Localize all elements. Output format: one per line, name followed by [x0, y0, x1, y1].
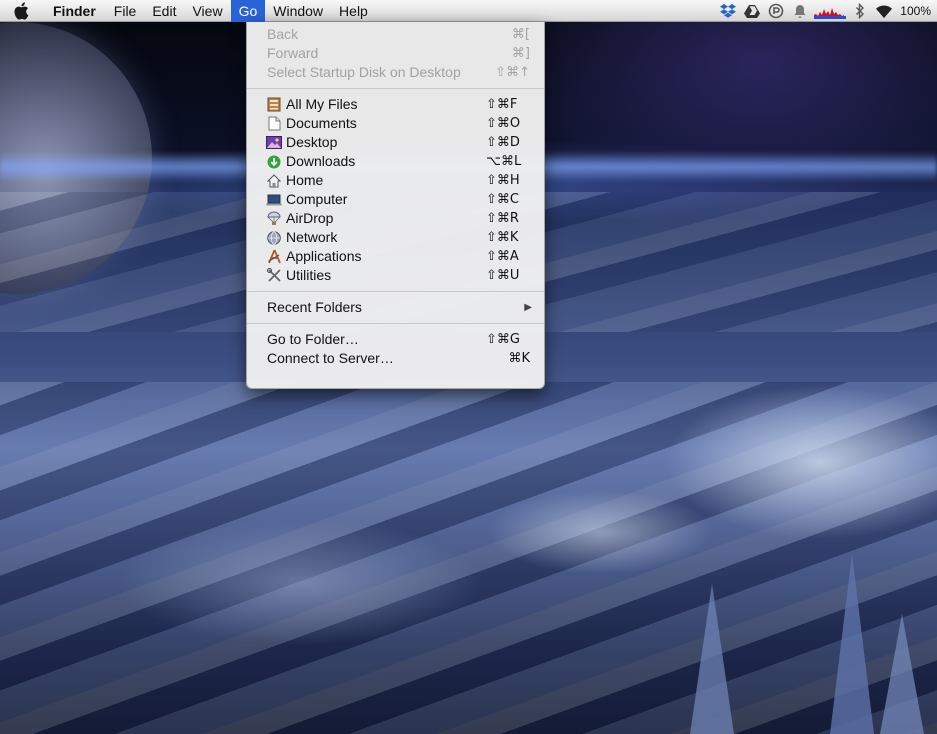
menu-item-shortcut: ⇧⌘G [486, 332, 520, 347]
menu-item-label: Home [286, 172, 324, 188]
wallpaper-ice-spire [880, 614, 924, 734]
menu-item-applications[interactable]: Applications ⇧⌘A [247, 247, 544, 266]
network-icon [266, 230, 282, 246]
menu-go[interactable]: Go [230, 0, 266, 22]
wallpaper-ice-spire [690, 584, 734, 734]
applications-icon [266, 249, 282, 265]
computer-icon [266, 192, 282, 208]
menu-item-airdrop[interactable]: AirDrop ⇧⌘R [247, 209, 544, 228]
menu-item-shortcut: ⇧⌘A [486, 249, 519, 264]
menu-item-shortcut: ⌘] [511, 46, 530, 61]
menu-file[interactable]: File [106, 0, 145, 22]
dropbox-icon[interactable] [716, 0, 740, 22]
menu-item-label: Recent Folders [267, 299, 362, 315]
sync-icon[interactable] [764, 0, 788, 22]
menu-item-label: Documents [286, 115, 357, 131]
wifi-icon[interactable] [872, 0, 896, 22]
menu-item-documents[interactable]: Documents ⇧⌘O [247, 114, 544, 133]
menu-item-recent-folders[interactable]: Recent Folders ▶ [247, 298, 544, 317]
menu-item-label: Applications [286, 248, 362, 264]
menu-item-shortcut: ⇧⌘K [486, 230, 519, 245]
go-menu-dropdown: Back ⌘[ Forward ⌘] Select Startup Disk o… [246, 22, 545, 389]
menu-item-label: Forward [267, 45, 319, 61]
app-menu-finder[interactable]: Finder [42, 0, 106, 22]
desktop-icon [266, 135, 282, 151]
menu-edit[interactable]: Edit [144, 0, 184, 22]
menu-item-shortcut: ⇧⌘D [486, 135, 520, 150]
menu-item-shortcut: ⇧⌘U [486, 268, 520, 283]
all-my-files-icon [266, 97, 282, 113]
menu-item-utilities[interactable]: Utilities ⇧⌘U [247, 266, 544, 285]
apple-logo-icon[interactable] [0, 0, 42, 22]
activity-graph-icon[interactable] [812, 0, 848, 22]
utilities-icon [266, 268, 282, 284]
menu-item-downloads[interactable]: Downloads ⌥⌘L [247, 152, 544, 171]
menu-item-label: AirDrop [286, 210, 334, 226]
menu-item-shortcut: ⌘K [508, 351, 530, 366]
menu-item-label: Go to Folder… [267, 331, 359, 347]
wallpaper-ice-spire [830, 554, 874, 734]
notification-bell-icon[interactable] [788, 0, 812, 22]
menu-item-desktop[interactable]: Desktop ⇧⌘D [247, 133, 544, 152]
menu-item-label: Downloads [286, 153, 356, 169]
menu-item-forward[interactable]: Forward ⌘] [247, 44, 544, 63]
google-drive-icon[interactable] [740, 0, 764, 22]
menu-item-all-my-files[interactable]: All My Files ⇧⌘F [247, 95, 544, 114]
menu-item-label: All My Files [286, 96, 358, 112]
menu-item-label: Computer [286, 191, 348, 207]
bluetooth-icon[interactable] [848, 0, 872, 22]
menu-separator [247, 323, 544, 324]
menu-item-go-to-folder[interactable]: Go to Folder… ⇧⌘G [247, 330, 544, 349]
menu-window[interactable]: Window [265, 0, 331, 22]
menu-item-shortcut: ⌥⌘L [486, 154, 522, 169]
menu-item-home[interactable]: Home ⇧⌘H [247, 171, 544, 190]
menu-view[interactable]: View [184, 0, 230, 22]
menu-item-label: Utilities [286, 267, 332, 283]
menu-item-computer[interactable]: Computer ⇧⌘C [247, 190, 544, 209]
downloads-icon [266, 154, 282, 170]
battery-percentage[interactable]: 100% [896, 4, 933, 18]
status-menu-area: 100% [716, 0, 937, 22]
menu-item-network[interactable]: Network ⇧⌘K [247, 228, 544, 247]
menu-item-shortcut: ⇧⌘O [486, 116, 521, 131]
wallpaper-ice-foreground [0, 382, 937, 734]
menu-item-label: Desktop [286, 134, 338, 150]
menu-item-back[interactable]: Back ⌘[ [247, 25, 544, 44]
documents-icon [266, 116, 282, 132]
menu-separator [247, 291, 544, 292]
menu-bar: Finder File Edit View Go Window Help 100… [0, 0, 937, 22]
menu-item-shortcut: ⇧⌘R [486, 211, 519, 226]
menu-help[interactable]: Help [331, 0, 376, 22]
submenu-arrow-icon: ▶ [524, 302, 532, 313]
menu-item-shortcut: ⇧⌘↑ [495, 65, 530, 80]
menu-separator [247, 88, 544, 89]
menu-item-connect-to-server[interactable]: Connect to Server… ⌘K [247, 349, 544, 368]
menu-item-label: Network [286, 229, 338, 245]
menu-item-shortcut: ⇧⌘F [486, 97, 518, 112]
menu-item-shortcut: ⌘[ [511, 27, 530, 42]
menu-item-shortcut: ⇧⌘C [486, 192, 519, 207]
menu-item-label: Select Startup Disk on Desktop [267, 64, 461, 80]
menu-item-label: Connect to Server… [267, 350, 394, 366]
menu-item-label: Back [267, 26, 299, 42]
menu-item-select-startup-disk[interactable]: Select Startup Disk on Desktop ⇧⌘↑ [247, 63, 544, 82]
airdrop-icon [266, 211, 282, 227]
home-icon [266, 173, 282, 189]
menu-item-shortcut: ⇧⌘H [486, 173, 520, 188]
